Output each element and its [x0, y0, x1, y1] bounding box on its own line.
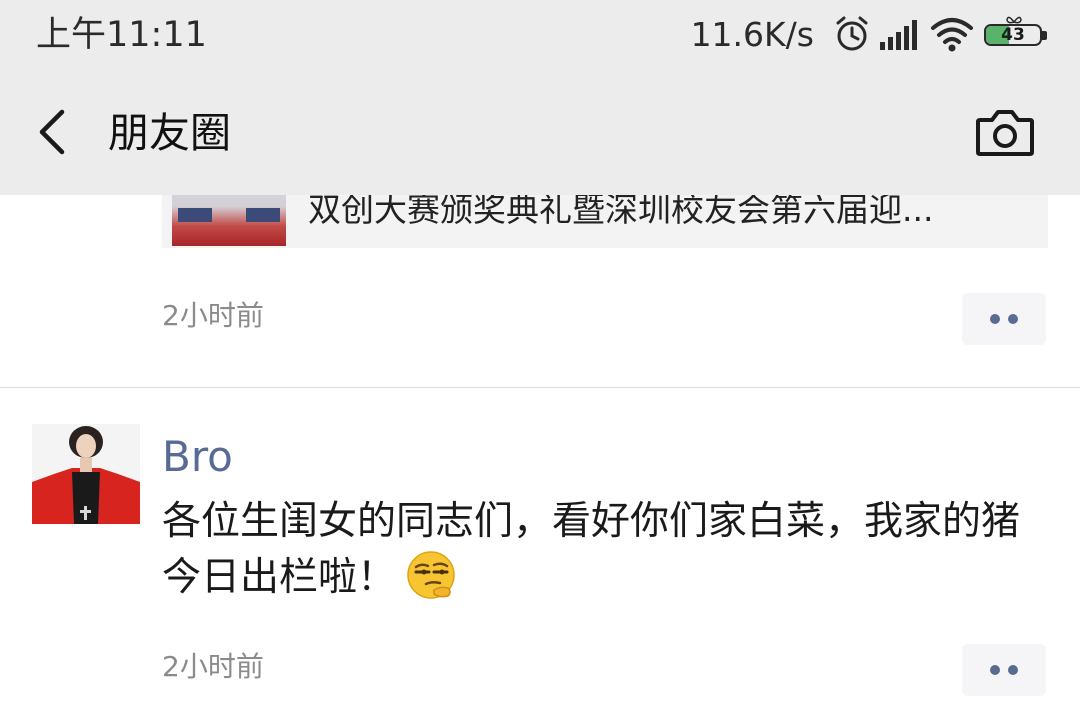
wifi-icon [930, 14, 974, 54]
status-icons: 11.6K/s 43 [691, 10, 1050, 58]
post-more-button[interactable] [962, 644, 1046, 696]
battery-icon: 43 [984, 16, 1050, 50]
header-bar: 上午11:11 11.6K/s 43 朋友圈 [0, 0, 1080, 195]
smirk-emoji-icon [404, 550, 460, 602]
author-name[interactable]: Bro [162, 430, 233, 484]
chevron-left-icon [39, 109, 65, 155]
post-timestamp: 2小时前 [162, 299, 264, 332]
battery-level: 43 [1001, 25, 1025, 45]
back-button[interactable] [30, 104, 80, 160]
network-speed: 11.6K/s [690, 14, 814, 54]
status-time: 上午11:11 [36, 15, 207, 55]
alarm-icon [834, 14, 870, 54]
camera-button[interactable] [974, 104, 1036, 160]
post-text: 各位生闺女的同志们，看好你们家白菜，我家的猪今日出栏啦！ [162, 499, 1021, 600]
signal-icon [878, 14, 922, 54]
more-dots-icon [990, 665, 1000, 675]
more-dots-icon [990, 314, 1000, 324]
author-avatar[interactable] [32, 424, 140, 524]
post-more-button[interactable] [962, 293, 1046, 345]
post-timestamp: 2小时前 [162, 650, 264, 683]
camera-icon [976, 110, 1034, 156]
page-title: 朋友圈 [108, 109, 231, 157]
post-content: 各位生闺女的同志们，看好你们家白菜，我家的猪今日出栏啦！ [162, 494, 1042, 606]
post-divider [0, 387, 1080, 388]
